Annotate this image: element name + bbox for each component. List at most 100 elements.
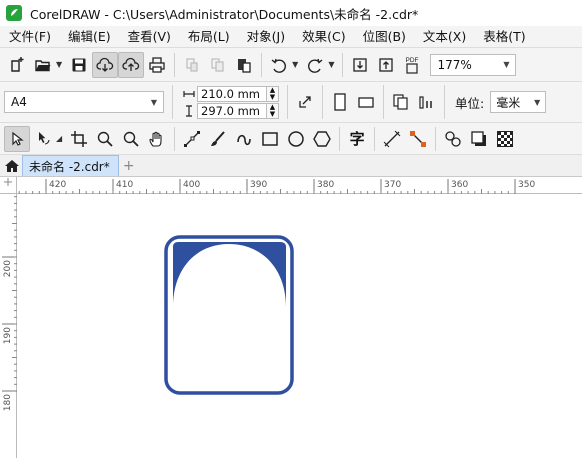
ellipse-tool-button[interactable] xyxy=(283,126,309,152)
text-tool-button[interactable]: 字 xyxy=(344,126,370,152)
menu-bar: 文件(F) 编辑(E) 查看(V) 布局(L) 对象(J) 效果(C) 位图(B… xyxy=(0,26,582,48)
transparency-button[interactable] xyxy=(492,126,518,152)
zoom-icon xyxy=(97,131,113,147)
welcome-home-button[interactable] xyxy=(2,156,22,176)
open-dropdown-icon[interactable]: ▼ xyxy=(56,60,62,69)
pointer-icon xyxy=(12,131,24,146)
connector-icon xyxy=(410,130,427,147)
menu-layout[interactable]: 布局(L) xyxy=(183,26,235,48)
page-width-field[interactable]: 210.0 mm xyxy=(197,85,267,102)
new-tab-button[interactable]: + xyxy=(119,156,139,176)
toolbar-separator xyxy=(444,85,445,119)
export-icon xyxy=(379,57,394,72)
polygon-tool-button[interactable] xyxy=(309,126,335,152)
zoom-tool-button[interactable] xyxy=(92,126,118,152)
menu-view[interactable]: 查看(V) xyxy=(123,26,176,48)
toolbar-separator xyxy=(383,85,384,119)
export-button[interactable] xyxy=(373,52,399,78)
page-scale-icon xyxy=(299,96,311,108)
ruler-label: 420 xyxy=(49,180,66,190)
ellipse-icon xyxy=(288,130,304,147)
page-size-combo[interactable]: A4 ▼ xyxy=(4,91,164,113)
zoom-level-value: 177% xyxy=(437,57,472,72)
portrait-button[interactable] xyxy=(327,89,353,115)
smart-drawing-button[interactable] xyxy=(231,126,257,152)
toolbar-separator xyxy=(174,126,176,151)
arched-frame-shape[interactable] xyxy=(164,235,294,395)
print-button[interactable] xyxy=(144,52,170,78)
pan-zoom-button[interactable] xyxy=(118,126,144,152)
height-spinner[interactable]: ▲ ▼ xyxy=(267,102,279,119)
landscape-button[interactable] xyxy=(353,89,379,115)
page-height-field[interactable]: 297.0 mm xyxy=(197,102,267,119)
crop-tool-button[interactable] xyxy=(66,126,92,152)
cloud-upload-icon xyxy=(122,57,140,71)
dimension-tool-button[interactable] xyxy=(379,126,405,152)
menu-table[interactable]: 表格(T) xyxy=(478,26,530,48)
connector-tool-button[interactable] xyxy=(405,126,431,152)
copy-button[interactable] xyxy=(205,52,231,78)
property-bar: A4 ▼ 210.0 mm ▲ ▼ 297.0 mm ▲ ▼ 单位: 毫米 ▼ xyxy=(0,82,582,123)
zoom-level-combo[interactable]: 177% ▼ xyxy=(430,53,517,76)
menu-effects[interactable]: 效果(C) xyxy=(297,26,350,48)
pick-tool-button[interactable] xyxy=(4,125,30,152)
redo-button[interactable] xyxy=(302,52,328,78)
import-button[interactable] xyxy=(347,52,373,78)
undo-dropdown-icon[interactable]: ▼ xyxy=(292,60,298,69)
page-size-options-button[interactable] xyxy=(292,89,318,115)
window-title: CorelDRAW - C:\Users\Administrator\Docum… xyxy=(30,6,419,22)
svg-text:PDF: PDF xyxy=(406,57,419,64)
redo-dropdown-icon[interactable]: ▼ xyxy=(328,60,334,69)
drop-shadow-button[interactable] xyxy=(466,126,492,152)
new-document-button[interactable] xyxy=(4,52,30,78)
vertical-ruler-ticks: 200 190 180 xyxy=(2,196,17,411)
open-button[interactable] xyxy=(30,52,56,78)
dimension-icon xyxy=(383,130,401,147)
menu-edit[interactable]: 编辑(E) xyxy=(63,26,116,48)
document-tab[interactable]: 未命名 -2.cdr* xyxy=(22,155,119,176)
chevron-down-icon: ▼ xyxy=(150,97,157,107)
freehand-icon xyxy=(184,130,201,147)
blend-tool-button[interactable] xyxy=(440,126,466,152)
shape-tool-icon xyxy=(39,131,50,145)
menu-object[interactable]: 对象(J) xyxy=(242,26,290,48)
save-button[interactable] xyxy=(66,52,92,78)
publish-pdf-button[interactable]: PDF xyxy=(399,52,425,78)
new-document-icon xyxy=(11,56,24,72)
menu-bitmaps[interactable]: 位图(B) xyxy=(358,26,411,48)
toolbox: ◢ 字 xyxy=(0,123,582,155)
all-pages-icon xyxy=(393,94,408,110)
shape-tool-flyout-icon[interactable]: ◢ xyxy=(56,134,62,143)
menu-file[interactable]: 文件(F) xyxy=(4,26,56,48)
text-tool-icon: 字 xyxy=(349,130,365,148)
current-page-button[interactable] xyxy=(414,89,440,115)
ruler-origin[interactable] xyxy=(0,177,17,194)
pdf-icon: PDF xyxy=(406,57,419,74)
freehand-tool-button[interactable] xyxy=(179,126,205,152)
pan-tool-button[interactable] xyxy=(144,126,170,152)
undo-button[interactable] xyxy=(266,52,292,78)
cloud-download-button[interactable] xyxy=(92,51,119,78)
page-size-value: A4 xyxy=(11,95,27,109)
toolbar-separator xyxy=(435,126,437,151)
magnifier-icon xyxy=(123,131,139,147)
artistic-media-button[interactable] xyxy=(205,126,231,152)
units-combo[interactable]: 毫米 ▼ xyxy=(490,91,547,113)
drawing-canvas[interactable] xyxy=(18,195,582,458)
vertical-ruler[interactable]: 200 190 180 xyxy=(0,194,17,458)
shape-tool-button[interactable] xyxy=(30,126,56,152)
units-label: 单位: xyxy=(455,95,485,111)
ruler-label: 180 xyxy=(3,394,13,411)
horizontal-ruler[interactable]: 420 410 400 390 380 370 360 350 xyxy=(17,177,582,194)
current-page-icon xyxy=(419,96,432,109)
paste-button[interactable] xyxy=(231,52,257,78)
ruler-label: 390 xyxy=(250,180,267,190)
cloud-upload-button[interactable] xyxy=(118,51,145,78)
height-icon xyxy=(181,104,197,117)
all-pages-button[interactable] xyxy=(388,89,414,115)
document-tab-bar: 未命名 -2.cdr* + xyxy=(0,155,582,177)
menu-text[interactable]: 文本(X) xyxy=(418,26,471,48)
cut-button[interactable] xyxy=(179,52,205,78)
rectangle-tool-button[interactable] xyxy=(257,126,283,152)
width-spinner[interactable]: ▲ ▼ xyxy=(267,85,279,102)
